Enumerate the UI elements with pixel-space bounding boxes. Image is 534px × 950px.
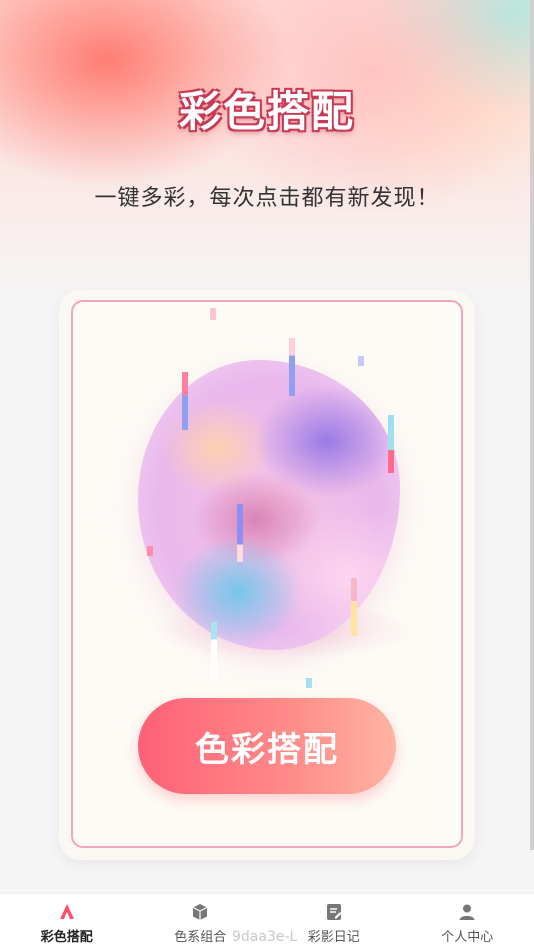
tab-label: 个人中心 — [441, 930, 494, 945]
palette-icon — [59, 904, 74, 919]
glitch-bar — [211, 622, 217, 680]
glitch-bar — [306, 678, 312, 688]
glitch-bar — [210, 308, 216, 320]
tab-label: 彩色搭配 — [40, 930, 93, 945]
tab-color-match[interactable]: 彩色搭配 — [0, 894, 134, 950]
page-subtitle: 一键多彩，每次点击都有新发现！ — [94, 186, 440, 211]
glitch-bar — [351, 578, 357, 636]
glitch-bar — [182, 372, 188, 430]
color-match-button[interactable]: 色彩搭配 — [138, 698, 396, 794]
watermark-text: 9daa3e-L — [232, 929, 298, 945]
user-icon — [459, 904, 475, 920]
tab-label: 彩影日记 — [307, 930, 360, 945]
header-background — [0, 0, 534, 300]
tab-label: 色系组合 — [174, 930, 227, 945]
glitch-bar — [147, 546, 153, 556]
glitch-bar — [388, 415, 394, 473]
page-title: 彩色搭配 — [178, 87, 355, 136]
cube-icon — [192, 904, 208, 920]
glitch-bar — [237, 504, 243, 562]
notebook-icon — [326, 904, 342, 920]
glitch-bar — [358, 356, 364, 366]
glitch-bar — [289, 338, 295, 396]
tab-profile[interactable]: 个人中心 — [401, 894, 534, 950]
